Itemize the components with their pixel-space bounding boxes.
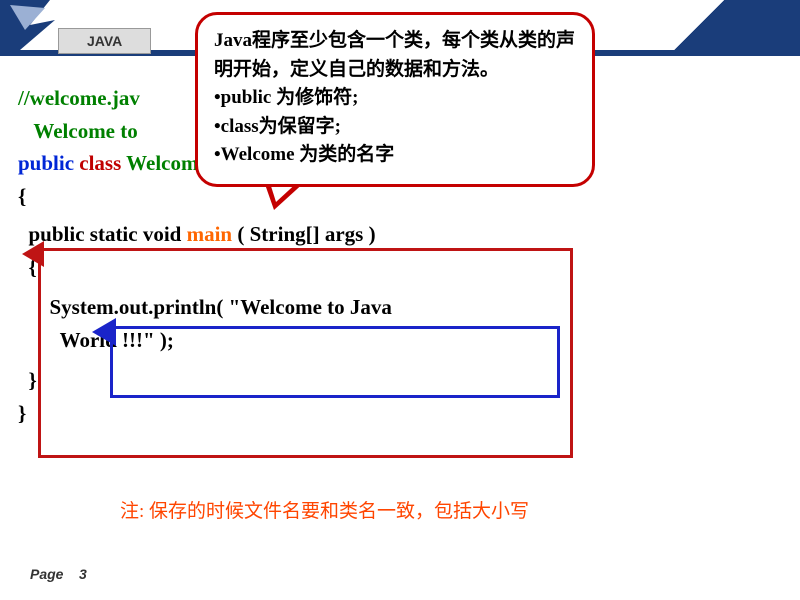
kw-public: public (18, 151, 74, 175)
code-comment-1: //welcome.jav (18, 86, 140, 110)
page-footer: Page 3 (30, 566, 87, 582)
footnote-text: 注: 保存的时候文件名要和类名一致，包括大小写 (120, 496, 529, 523)
callout-bullet-3: •Welcome 为类的名字 (214, 141, 576, 170)
callout-text-main: Java程序至少包含一个类，每个类从类的声明开始，定义自己的数据和方法。 (214, 27, 576, 84)
header-corner-deco (640, 0, 800, 50)
blue-arrow-icon (92, 318, 116, 346)
callout-bullet-2: •class为保留字; (214, 113, 576, 142)
red-arrow-icon (22, 241, 44, 267)
method-args: ( String[] args ) (232, 222, 375, 246)
explanation-callout: Java程序至少包含一个类，每个类从类的声明开始，定义自己的数据和方法。 •pu… (195, 12, 595, 187)
method-main: main (187, 222, 233, 246)
class-name: Welcom (126, 151, 198, 175)
java-tag-label: JAVA (58, 28, 151, 54)
code-comment-2: Welcome to (18, 119, 138, 143)
page-label: Page (30, 566, 63, 582)
page-number: 3 (79, 566, 87, 582)
blue-highlight-box (110, 326, 560, 398)
callout-bullet-1: •public 为修饰符; (214, 84, 576, 113)
kw-class: class (79, 151, 121, 175)
